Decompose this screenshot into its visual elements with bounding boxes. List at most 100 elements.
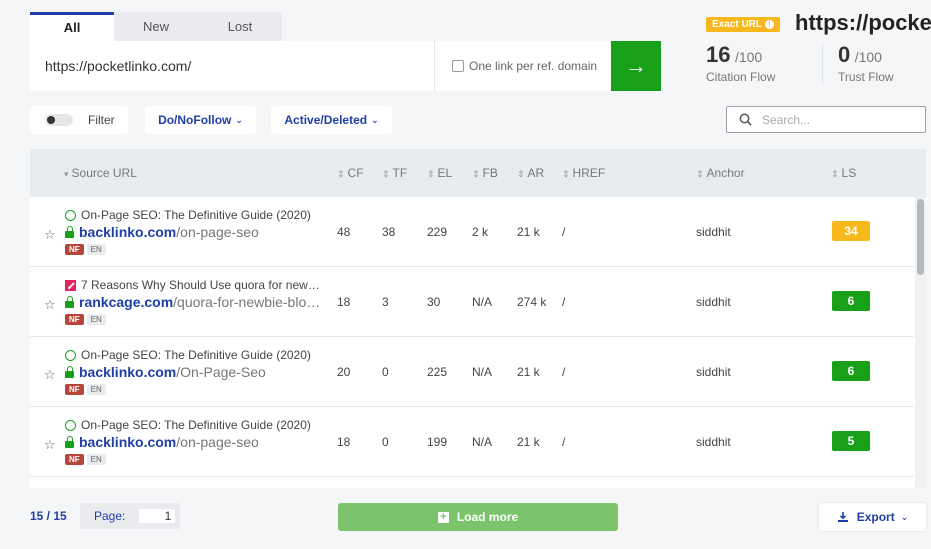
export-button[interactable]: Export ⌄ <box>819 503 926 531</box>
follow-dropdown[interactable]: Do/NoFollow ⌄ <box>145 106 256 134</box>
table-search-input[interactable] <box>762 112 912 127</box>
result-count: 15 / 15 <box>30 509 67 523</box>
lang-tag: EN <box>86 454 106 465</box>
row-title: On-Page SEO: The Definitive Guide (2020) <box>65 208 325 222</box>
col-href[interactable]: ⇕ HREF <box>562 166 605 180</box>
cell-anchor: siddhit <box>696 295 731 309</box>
cell-cf: 48 <box>337 225 351 239</box>
row-title: On-Page SEO: The Definitive Guide (2020) <box>65 348 325 362</box>
col-cf[interactable]: ⇕ CF <box>337 166 364 180</box>
nf-tag: NF <box>65 384 84 395</box>
load-more-button[interactable]: + Load more <box>338 503 618 531</box>
cell-el: 30 <box>427 295 441 309</box>
chevron-down-icon: ⌄ <box>235 114 243 125</box>
sort-icon: ⇕ <box>696 169 704 179</box>
row-url-link[interactable]: backlinko.com/on-page-seo <box>65 434 325 450</box>
url-input[interactable] <box>30 41 434 91</box>
col-source-url[interactable]: ▾ Source URL <box>64 166 137 180</box>
cell-fb: N/A <box>472 435 493 449</box>
cell-href: / <box>562 435 566 449</box>
cell-href: / <box>562 225 566 239</box>
active-deleted-label: Active/Deleted <box>284 113 368 127</box>
cell-el: 225 <box>427 365 448 379</box>
ls-badge: 5 <box>832 431 870 451</box>
sort-icon: ⇕ <box>517 169 525 179</box>
nf-tag: NF <box>65 314 84 325</box>
cell-ar: 21 k <box>517 435 540 449</box>
exact-url-label: Exact URL <box>712 19 763 30</box>
cell-tf: 3 <box>382 295 389 309</box>
citation-flow-max: /100 <box>734 49 763 65</box>
table-row: ☆ On-Page SEO: The Definitive Guide (202… <box>30 197 914 267</box>
table-row: ☆ On-Page SEO: The Definitive Guide (202… <box>30 337 914 407</box>
go-button[interactable]: → <box>611 41 661 91</box>
scroll-thumb[interactable] <box>917 199 924 275</box>
lang-tag: EN <box>86 384 106 395</box>
cell-el: 199 <box>427 435 448 449</box>
one-link-checkbox[interactable] <box>452 60 464 72</box>
sort-icon: ⇕ <box>382 169 390 179</box>
cell-tf: 0 <box>382 435 389 449</box>
col-anchor[interactable]: ⇕ Anchor <box>696 166 745 180</box>
table-search <box>726 106 926 133</box>
cell-ar: 21 k <box>517 225 540 239</box>
col-el[interactable]: ⇕ EL <box>427 166 452 180</box>
sort-icon: ⇕ <box>427 169 435 179</box>
export-label: Export <box>856 510 895 524</box>
tab-all[interactable]: All <box>30 12 114 41</box>
active-deleted-dropdown[interactable]: Active/Deleted ⌄ <box>271 106 392 134</box>
download-icon <box>837 512 848 522</box>
load-more-label: Load more <box>456 510 519 524</box>
ls-badge: 34 <box>832 221 870 241</box>
lock-icon <box>65 225 74 238</box>
tab-lost[interactable]: Lost <box>198 12 282 41</box>
star-icon[interactable]: ☆ <box>44 297 56 313</box>
cell-anchor: siddhit <box>696 435 731 449</box>
filter-toggle[interactable] <box>45 114 73 126</box>
summary-url: https://pocketlinko.com/ <box>795 10 931 35</box>
col-ar[interactable]: ⇕ AR <box>517 166 544 180</box>
star-icon[interactable]: ☆ <box>44 437 56 453</box>
trust-flow-metric: 0 /100 Trust Flow <box>838 42 894 84</box>
citation-flow-value: 16 <box>706 42 731 67</box>
row-url-link[interactable]: backlinko.com/On-Page-Seo <box>65 364 325 380</box>
ls-badge: 6 <box>832 361 870 381</box>
one-link-option[interactable]: One link per ref. domain <box>434 41 610 91</box>
page-input[interactable]: 1 <box>139 509 176 523</box>
col-fb[interactable]: ⇕ FB <box>472 166 498 180</box>
row-url-link[interactable]: backlinko.com/on-page-seo <box>65 224 325 240</box>
plus-icon: + <box>437 511 449 523</box>
cell-href: / <box>562 295 566 309</box>
one-link-label: One link per ref. domain <box>469 59 598 73</box>
cell-tf: 38 <box>382 225 396 239</box>
cell-el: 229 <box>427 225 448 239</box>
table-scrollbar[interactable] <box>915 197 926 488</box>
col-ls[interactable]: ⇕ LS <box>831 166 856 180</box>
cell-cf: 18 <box>337 435 351 449</box>
info-icon[interactable]: ! <box>765 20 775 29</box>
star-icon[interactable]: ☆ <box>44 227 56 243</box>
lang-tag: EN <box>86 314 106 325</box>
sort-icon: ⇕ <box>472 169 480 179</box>
circle-icon <box>65 209 76 221</box>
col-tf[interactable]: ⇕ TF <box>382 166 407 180</box>
sort-icon: ⇕ <box>562 169 570 179</box>
cell-fb: N/A <box>472 365 493 379</box>
cell-href: / <box>562 365 566 379</box>
table-header: ▾ Source URL ⇕ CF ⇕ TF ⇕ EL ⇕ FB ⇕ AR ⇕ HREF ⇕ A… <box>30 149 926 197</box>
cell-cf: 18 <box>337 295 351 309</box>
circle-icon <box>65 419 76 431</box>
tab-new[interactable]: New <box>114 12 198 41</box>
trust-flow-max: /100 <box>854 49 882 65</box>
row-tags: NF EN <box>65 244 106 255</box>
page-label: Page: <box>94 509 126 523</box>
lock-icon <box>65 435 74 448</box>
filter-button[interactable]: Filter <box>30 106 128 134</box>
cell-fb: 2 k <box>472 225 489 239</box>
sort-down-icon: ▾ <box>64 169 69 179</box>
star-icon[interactable]: ☆ <box>44 367 56 383</box>
trust-flow-value: 0 <box>838 42 851 67</box>
row-title: On-Page SEO: The Definitive Guide (2020) <box>65 418 325 432</box>
row-url-link[interactable]: rankcage.com/quora-for-newbie-blogger <box>65 294 325 310</box>
cell-anchor: siddhit <box>696 225 731 239</box>
